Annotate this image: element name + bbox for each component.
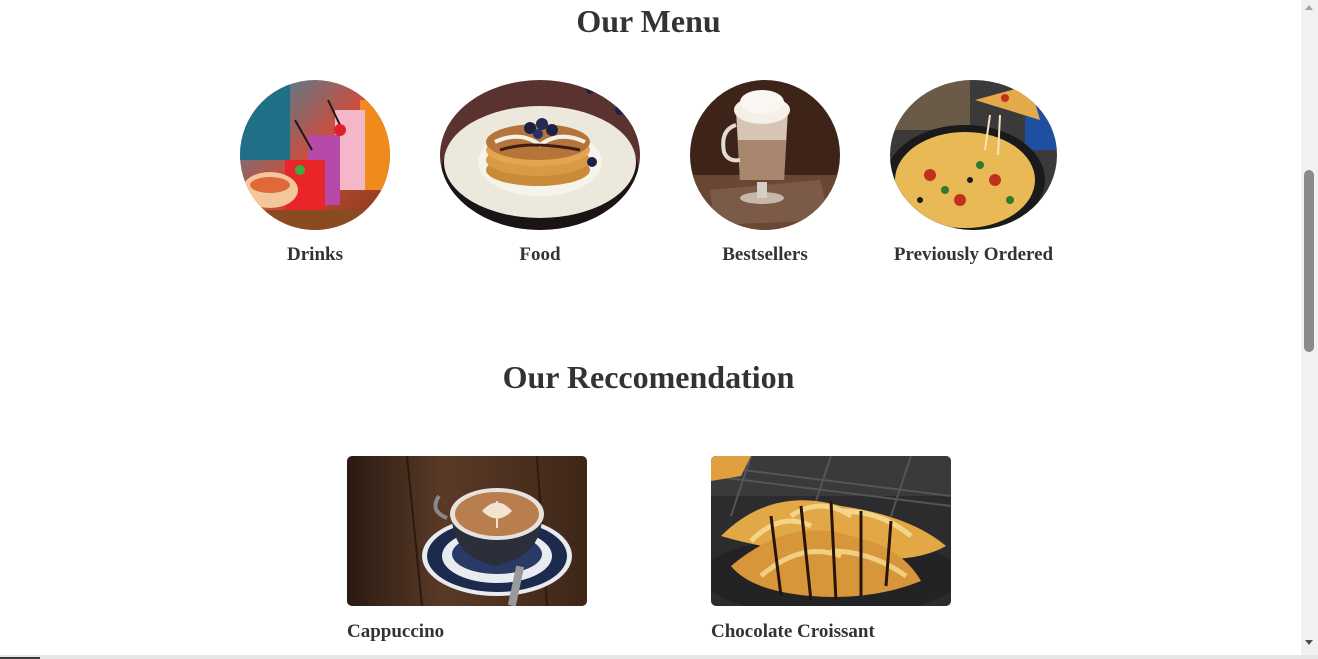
menu-item-label: Food — [519, 244, 561, 265]
scrollbar-thumb[interactable] — [1304, 170, 1314, 352]
cappuccino-image — [347, 456, 587, 606]
menu-section-title: Our Menu — [576, 3, 721, 39]
chocolate-croissant-image — [711, 456, 951, 606]
menu-item-label: Drinks — [287, 244, 343, 265]
menu-item-previously-ordered[interactable]: Previously Ordered — [890, 80, 1057, 265]
drinks-image — [240, 80, 390, 230]
recommendation-label: Cappuccino — [347, 621, 445, 642]
menu-item-label: Bestsellers — [722, 244, 808, 265]
pancakes-image — [440, 80, 640, 230]
recommendation-section-title: Our Reccomendation — [502, 359, 795, 395]
recommendation-card-cappuccino[interactable]: Cappuccino — [347, 456, 587, 642]
latte-glass-image — [690, 80, 840, 230]
scroll-up-icon[interactable] — [1305, 5, 1313, 10]
menu-item-drinks[interactable]: Drinks — [240, 80, 390, 265]
recommendation-label: Chocolate Croissant — [711, 621, 875, 642]
menu-item-label: Previously Ordered — [893, 244, 1054, 265]
page-content: Our Menu Drinks Food Bestsellers Previou… — [0, 0, 1301, 655]
browser-viewport: Our Menu Drinks Food Bestsellers Previou… — [0, 0, 1318, 659]
menu-item-food[interactable]: Food — [440, 80, 640, 265]
menu-item-bestsellers[interactable]: Bestsellers — [690, 80, 840, 265]
recommendation-card-chocolate-croissant[interactable]: Chocolate Croissant — [711, 456, 951, 642]
vertical-scrollbar[interactable] — [1301, 0, 1318, 655]
scroll-down-icon[interactable] — [1305, 640, 1313, 645]
pizza-image — [890, 80, 1057, 230]
window-bottom-edge — [0, 655, 1318, 659]
